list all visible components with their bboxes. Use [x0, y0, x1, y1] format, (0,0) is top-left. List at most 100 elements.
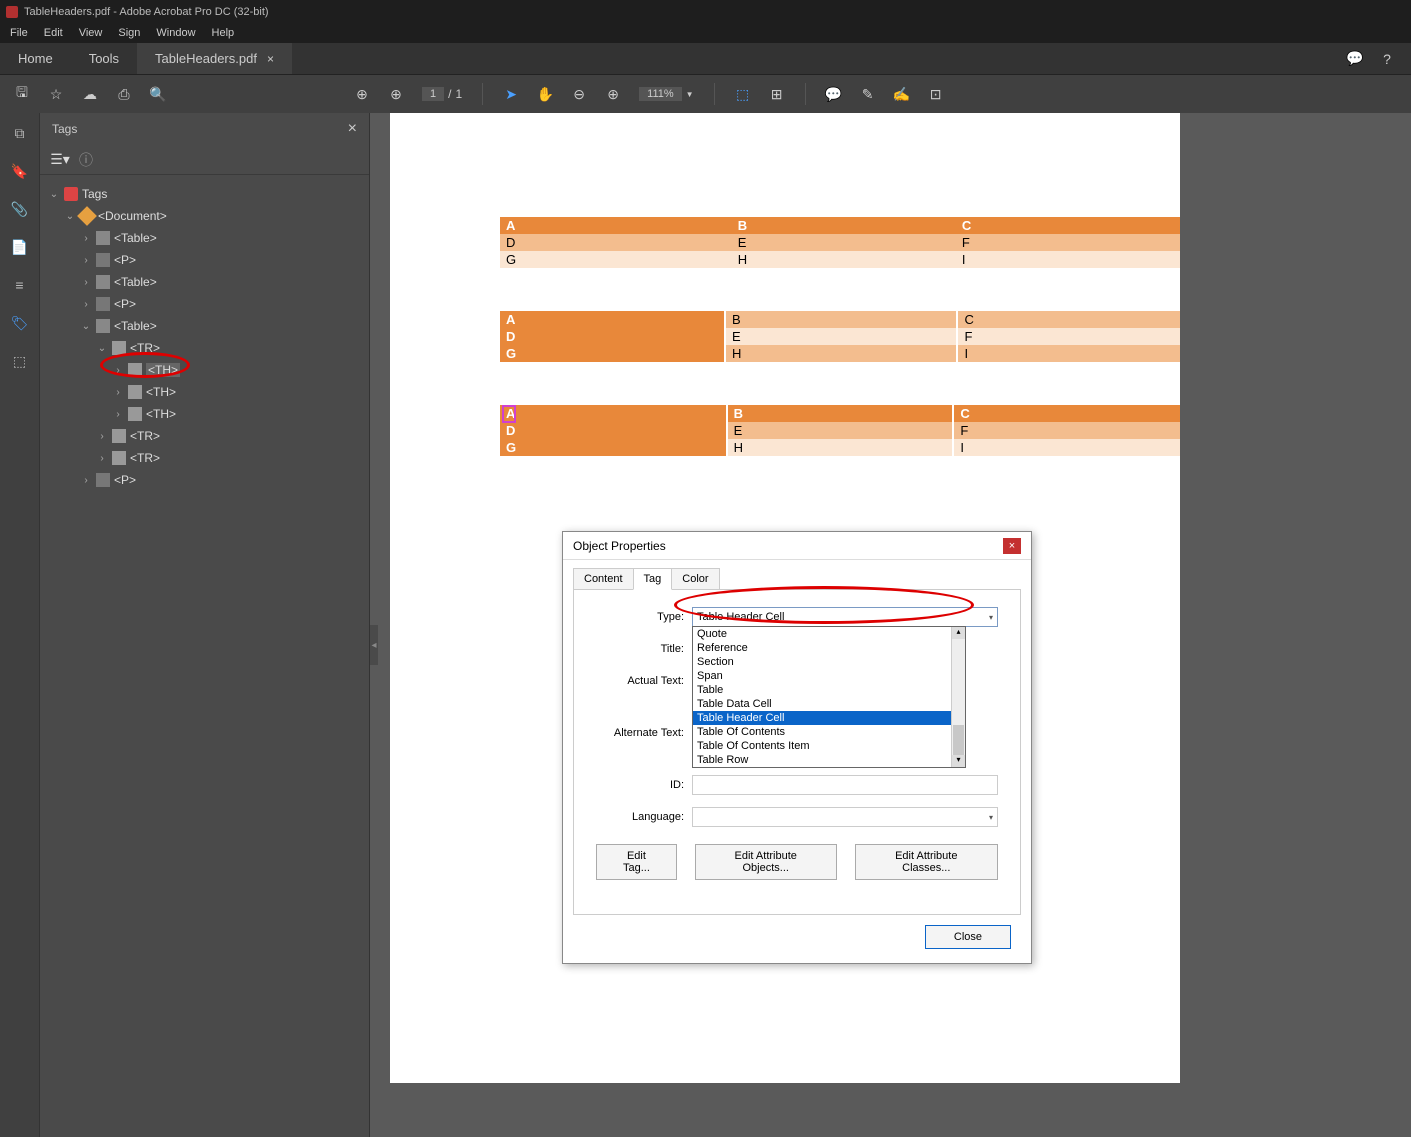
bookmarks-icon[interactable]: 🔖	[12, 163, 28, 179]
stamp-icon[interactable]: ⊡	[928, 86, 944, 102]
order-icon[interactable]: ⬚	[12, 353, 28, 369]
edit-tag-button[interactable]: Edit Tag...	[596, 844, 677, 880]
tab-document[interactable]: TableHeaders.pdf ×	[137, 43, 292, 74]
label-type: Type:	[596, 611, 692, 623]
tree-node-th[interactable]: ›<TH>	[40, 403, 369, 425]
dropdown-option[interactable]: Table Data Cell	[693, 697, 965, 711]
thumbnails-icon[interactable]: ⧉	[12, 125, 28, 141]
comment-icon[interactable]: 💬	[826, 86, 842, 102]
close-button[interactable]: Close	[925, 925, 1011, 949]
zoom-out-icon[interactable]: ⊖	[571, 86, 587, 102]
fit-width-icon[interactable]: ⬚	[735, 86, 751, 102]
edit-attribute-objects-button[interactable]: Edit Attribute Objects...	[695, 844, 837, 880]
left-sidebar: ⧉ 🔖 📎 📄 ≡ 🏷 ⬚	[0, 113, 40, 1137]
dropdown-option[interactable]: Span	[693, 669, 965, 683]
print-icon[interactable]: ⎙	[116, 86, 132, 102]
search-icon[interactable]: 🔍	[150, 86, 166, 102]
tree-node-th-selected[interactable]: ›<TH>	[40, 359, 369, 381]
fit-page-icon[interactable]: ⊞	[769, 86, 785, 102]
app-icon	[6, 6, 18, 18]
dropdown-scrollbar[interactable]: ▴▾	[951, 627, 965, 767]
page-table-3: ABC DEF GHI	[500, 405, 1180, 456]
label-alternate-text: Alternate Text:	[596, 727, 692, 739]
page-down-icon[interactable]: ⊕	[388, 86, 404, 102]
tree-node-tags[interactable]: ⌄Tags	[40, 183, 369, 205]
tree-node-tr[interactable]: ›<TR>	[40, 425, 369, 447]
page-table-1: ABC DEF GHI	[500, 217, 1180, 268]
sign-icon[interactable]: ✍	[894, 86, 910, 102]
tab-home[interactable]: Home	[0, 43, 71, 74]
dropdown-option[interactable]: Table Of Contents Item	[693, 739, 965, 753]
dropdown-option-selected[interactable]: Table Header Cell	[693, 711, 965, 725]
hand-tool-icon[interactable]: ✋	[537, 86, 553, 102]
star-icon[interactable]: ☆	[48, 86, 64, 102]
highlight-icon[interactable]: ✎	[860, 86, 876, 102]
save-icon[interactable]: 🖫	[14, 86, 30, 102]
zoom-in-icon[interactable]: ⊕	[605, 86, 621, 102]
tags-options-icon[interactable]: ☰▾	[52, 152, 68, 168]
help-icon[interactable]: ?	[1379, 51, 1395, 67]
page-up-icon[interactable]: ⊕	[354, 86, 370, 102]
dropdown-option[interactable]: Quote	[693, 627, 965, 641]
layers-icon[interactable]: ≡	[12, 277, 28, 293]
tab-home-label: Home	[18, 51, 53, 66]
dialog-close-icon[interactable]: ×	[1003, 538, 1021, 554]
tags-info-icon[interactable]: ⓘ	[78, 152, 94, 168]
dropdown-option[interactable]: Table Row	[693, 753, 965, 767]
label-title: Title:	[596, 643, 692, 655]
tags-tree: ⌄Tags ⌄<Document> ›<Table> ›<P> ›<Table>…	[40, 175, 369, 1137]
menu-view[interactable]: View	[71, 27, 111, 39]
zoom-level[interactable]: 111%	[639, 87, 682, 101]
menu-edit[interactable]: Edit	[36, 27, 71, 39]
signatures-icon[interactable]: 📄	[12, 239, 28, 255]
titlebar: TableHeaders.pdf - Adobe Acrobat Pro DC …	[0, 0, 1411, 23]
tree-node-tr[interactable]: ›<TR>	[40, 447, 369, 469]
tree-node-p[interactable]: ›<P>	[40, 249, 369, 271]
type-dropdown[interactable]: Table Header Cell▾	[692, 607, 998, 627]
page-table-2: ABC DEF GHI	[500, 311, 1180, 362]
object-properties-dialog: Object Properties × Content Tag Color Ty…	[562, 531, 1032, 964]
tree-node-document[interactable]: ⌄<Document>	[40, 205, 369, 227]
tab-close-icon[interactable]: ×	[267, 52, 274, 66]
dropdown-option[interactable]: Table	[693, 683, 965, 697]
tree-node-table[interactable]: ⌄<Table>	[40, 315, 369, 337]
tree-node-tr[interactable]: ⌄<TR>	[40, 337, 369, 359]
id-field[interactable]	[692, 775, 998, 795]
document-view: ◂ ABC DEF GHI ABC DEF GHI ABC DEF GHI Ob	[370, 113, 1411, 1137]
tags-panel: Tags × ☰▾ ⓘ ⌄Tags ⌄<Document> ›<Table> ›…	[40, 113, 370, 1137]
tree-node-th[interactable]: ›<TH>	[40, 381, 369, 403]
tags-panel-close-icon[interactable]: ×	[348, 120, 357, 138]
chat-icon[interactable]: 💬	[1347, 51, 1363, 67]
dropdown-option[interactable]: Section	[693, 655, 965, 669]
page-current[interactable]: 1	[422, 87, 444, 101]
menu-file[interactable]: File	[2, 27, 36, 39]
page-total: 1	[455, 87, 462, 101]
menu-window[interactable]: Window	[148, 27, 203, 39]
dropdown-option[interactable]: Reference	[693, 641, 965, 655]
dialog-tab-color[interactable]: Color	[671, 568, 719, 590]
tags-icon[interactable]: 🏷	[12, 315, 28, 331]
dialog-tab-tag[interactable]: Tag	[633, 568, 673, 590]
menu-help[interactable]: Help	[204, 27, 243, 39]
arrow-tool-icon[interactable]: ➤	[503, 86, 519, 102]
dialog-tab-content[interactable]: Content	[573, 568, 634, 590]
attachments-icon[interactable]: 📎	[12, 201, 28, 217]
tab-tools[interactable]: Tools	[71, 43, 137, 74]
tab-tools-label: Tools	[89, 51, 119, 66]
label-language: Language:	[596, 811, 692, 823]
tree-node-table[interactable]: ›<Table>	[40, 271, 369, 293]
tree-node-table[interactable]: ›<Table>	[40, 227, 369, 249]
label-actual-text: Actual Text:	[596, 675, 692, 687]
type-dropdown-list: Quote Reference Section Span Table Table…	[692, 626, 966, 768]
tree-node-p[interactable]: ›<P>	[40, 469, 369, 491]
tree-node-p[interactable]: ›<P>	[40, 293, 369, 315]
tags-panel-title: Tags	[52, 122, 77, 136]
dropdown-option[interactable]: Table Of Contents	[693, 725, 965, 739]
splitter-handle[interactable]: ◂	[370, 625, 378, 665]
language-dropdown[interactable]: ▾	[692, 807, 998, 827]
menu-sign[interactable]: Sign	[110, 27, 148, 39]
cloud-icon[interactable]: ☁	[82, 86, 98, 102]
toolbar: 🖫 ☆ ☁ ⎙ 🔍 ⊕ ⊕ 1 / 1 ➤ ✋ ⊖ ⊕ 111%▼ ⬚ ⊞ 💬 …	[0, 75, 1411, 113]
menubar: File Edit View Sign Window Help	[0, 23, 1411, 43]
edit-attribute-classes-button[interactable]: Edit Attribute Classes...	[855, 844, 998, 880]
